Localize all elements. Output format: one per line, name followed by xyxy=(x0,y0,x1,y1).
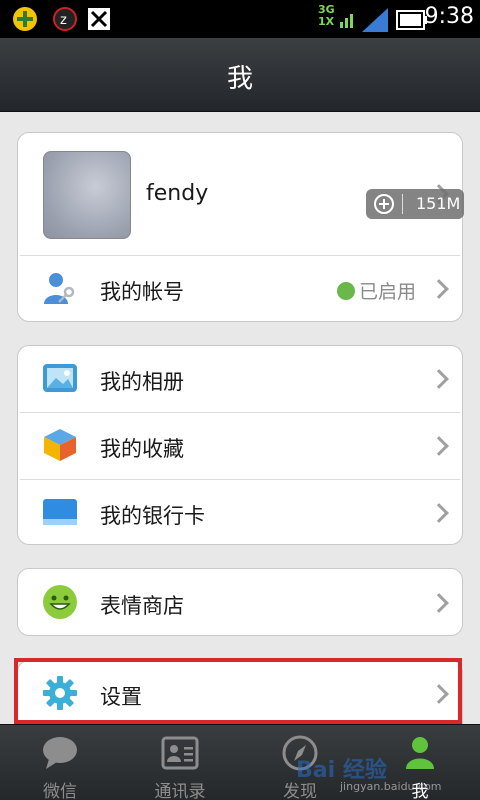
account-row[interactable]: 我的帐号 已启用 xyxy=(18,256,462,321)
username: fendy xyxy=(146,181,209,206)
network-type: 3G 1X xyxy=(318,3,335,28)
status-badge: 已启用 xyxy=(336,277,416,304)
highlight-annotation xyxy=(14,658,462,724)
menu-item-favorites[interactable]: 我的收藏 xyxy=(18,413,462,479)
account-key-icon xyxy=(44,273,75,304)
clock: 9:38 xyxy=(424,4,474,29)
menu-item-label: 我的相册 xyxy=(100,370,184,394)
tab-label: 微信 xyxy=(43,782,77,800)
menu-item-album[interactable]: 我的相册 xyxy=(18,346,462,412)
me-icon xyxy=(406,737,434,769)
chevron-right-icon xyxy=(429,436,449,456)
chevron-right-icon xyxy=(429,593,449,613)
sticker-store-card: 表情商店 xyxy=(17,568,463,636)
menu-item-label: 我的收藏 xyxy=(100,437,184,461)
status-bar: z 3G 1X 9:38 xyxy=(0,0,480,38)
favorites-icon xyxy=(44,429,76,461)
tab-chats[interactable]: 微信 xyxy=(0,725,120,800)
menu-item-label: 表情商店 xyxy=(100,594,184,618)
avatar[interactable] xyxy=(43,151,131,239)
menu-item-sticker-store[interactable]: 表情商店 xyxy=(18,569,462,635)
watermark-url: jingyan.baidu.com xyxy=(340,780,442,793)
data-activity-icon xyxy=(340,14,353,28)
menu-item-label: 我的银行卡 xyxy=(100,504,205,528)
personal-menu-card: 我的相册 我的收藏 我的银行卡 xyxy=(17,345,463,545)
memory-float-widget[interactable]: 151M xyxy=(366,189,464,219)
chevron-right-icon xyxy=(429,369,449,389)
tab-contacts[interactable]: 通讯录 xyxy=(120,725,240,800)
memory-usage: 151M xyxy=(416,194,461,213)
chat-bubble-icon xyxy=(43,737,77,769)
battery-icon xyxy=(396,10,427,30)
tab-label: 通讯录 xyxy=(154,782,206,800)
page-title: 我 xyxy=(226,64,253,94)
chevron-right-icon xyxy=(429,279,449,299)
chevron-right-icon xyxy=(429,503,449,523)
divider xyxy=(402,194,403,214)
album-icon xyxy=(43,364,77,392)
title-bar: 我 xyxy=(0,38,480,112)
sticker-store-icon xyxy=(43,585,77,619)
bank-card-icon xyxy=(43,499,77,525)
contacts-icon xyxy=(161,736,199,770)
signal-strength-icon xyxy=(362,8,388,32)
notification-plus-icon xyxy=(13,7,37,31)
notification-z-icon: z xyxy=(53,7,77,31)
account-status-text: 已启用 xyxy=(358,281,416,303)
account-label: 我的帐号 xyxy=(100,280,184,304)
svg-text:z: z xyxy=(60,13,67,28)
notification-x-icon xyxy=(88,8,110,30)
lock-icon xyxy=(336,282,355,300)
boost-plus-icon xyxy=(374,194,394,214)
menu-item-bank-card[interactable]: 我的银行卡 xyxy=(18,480,462,544)
profile-card: fendy 我的帐号 已启用 xyxy=(17,132,463,322)
